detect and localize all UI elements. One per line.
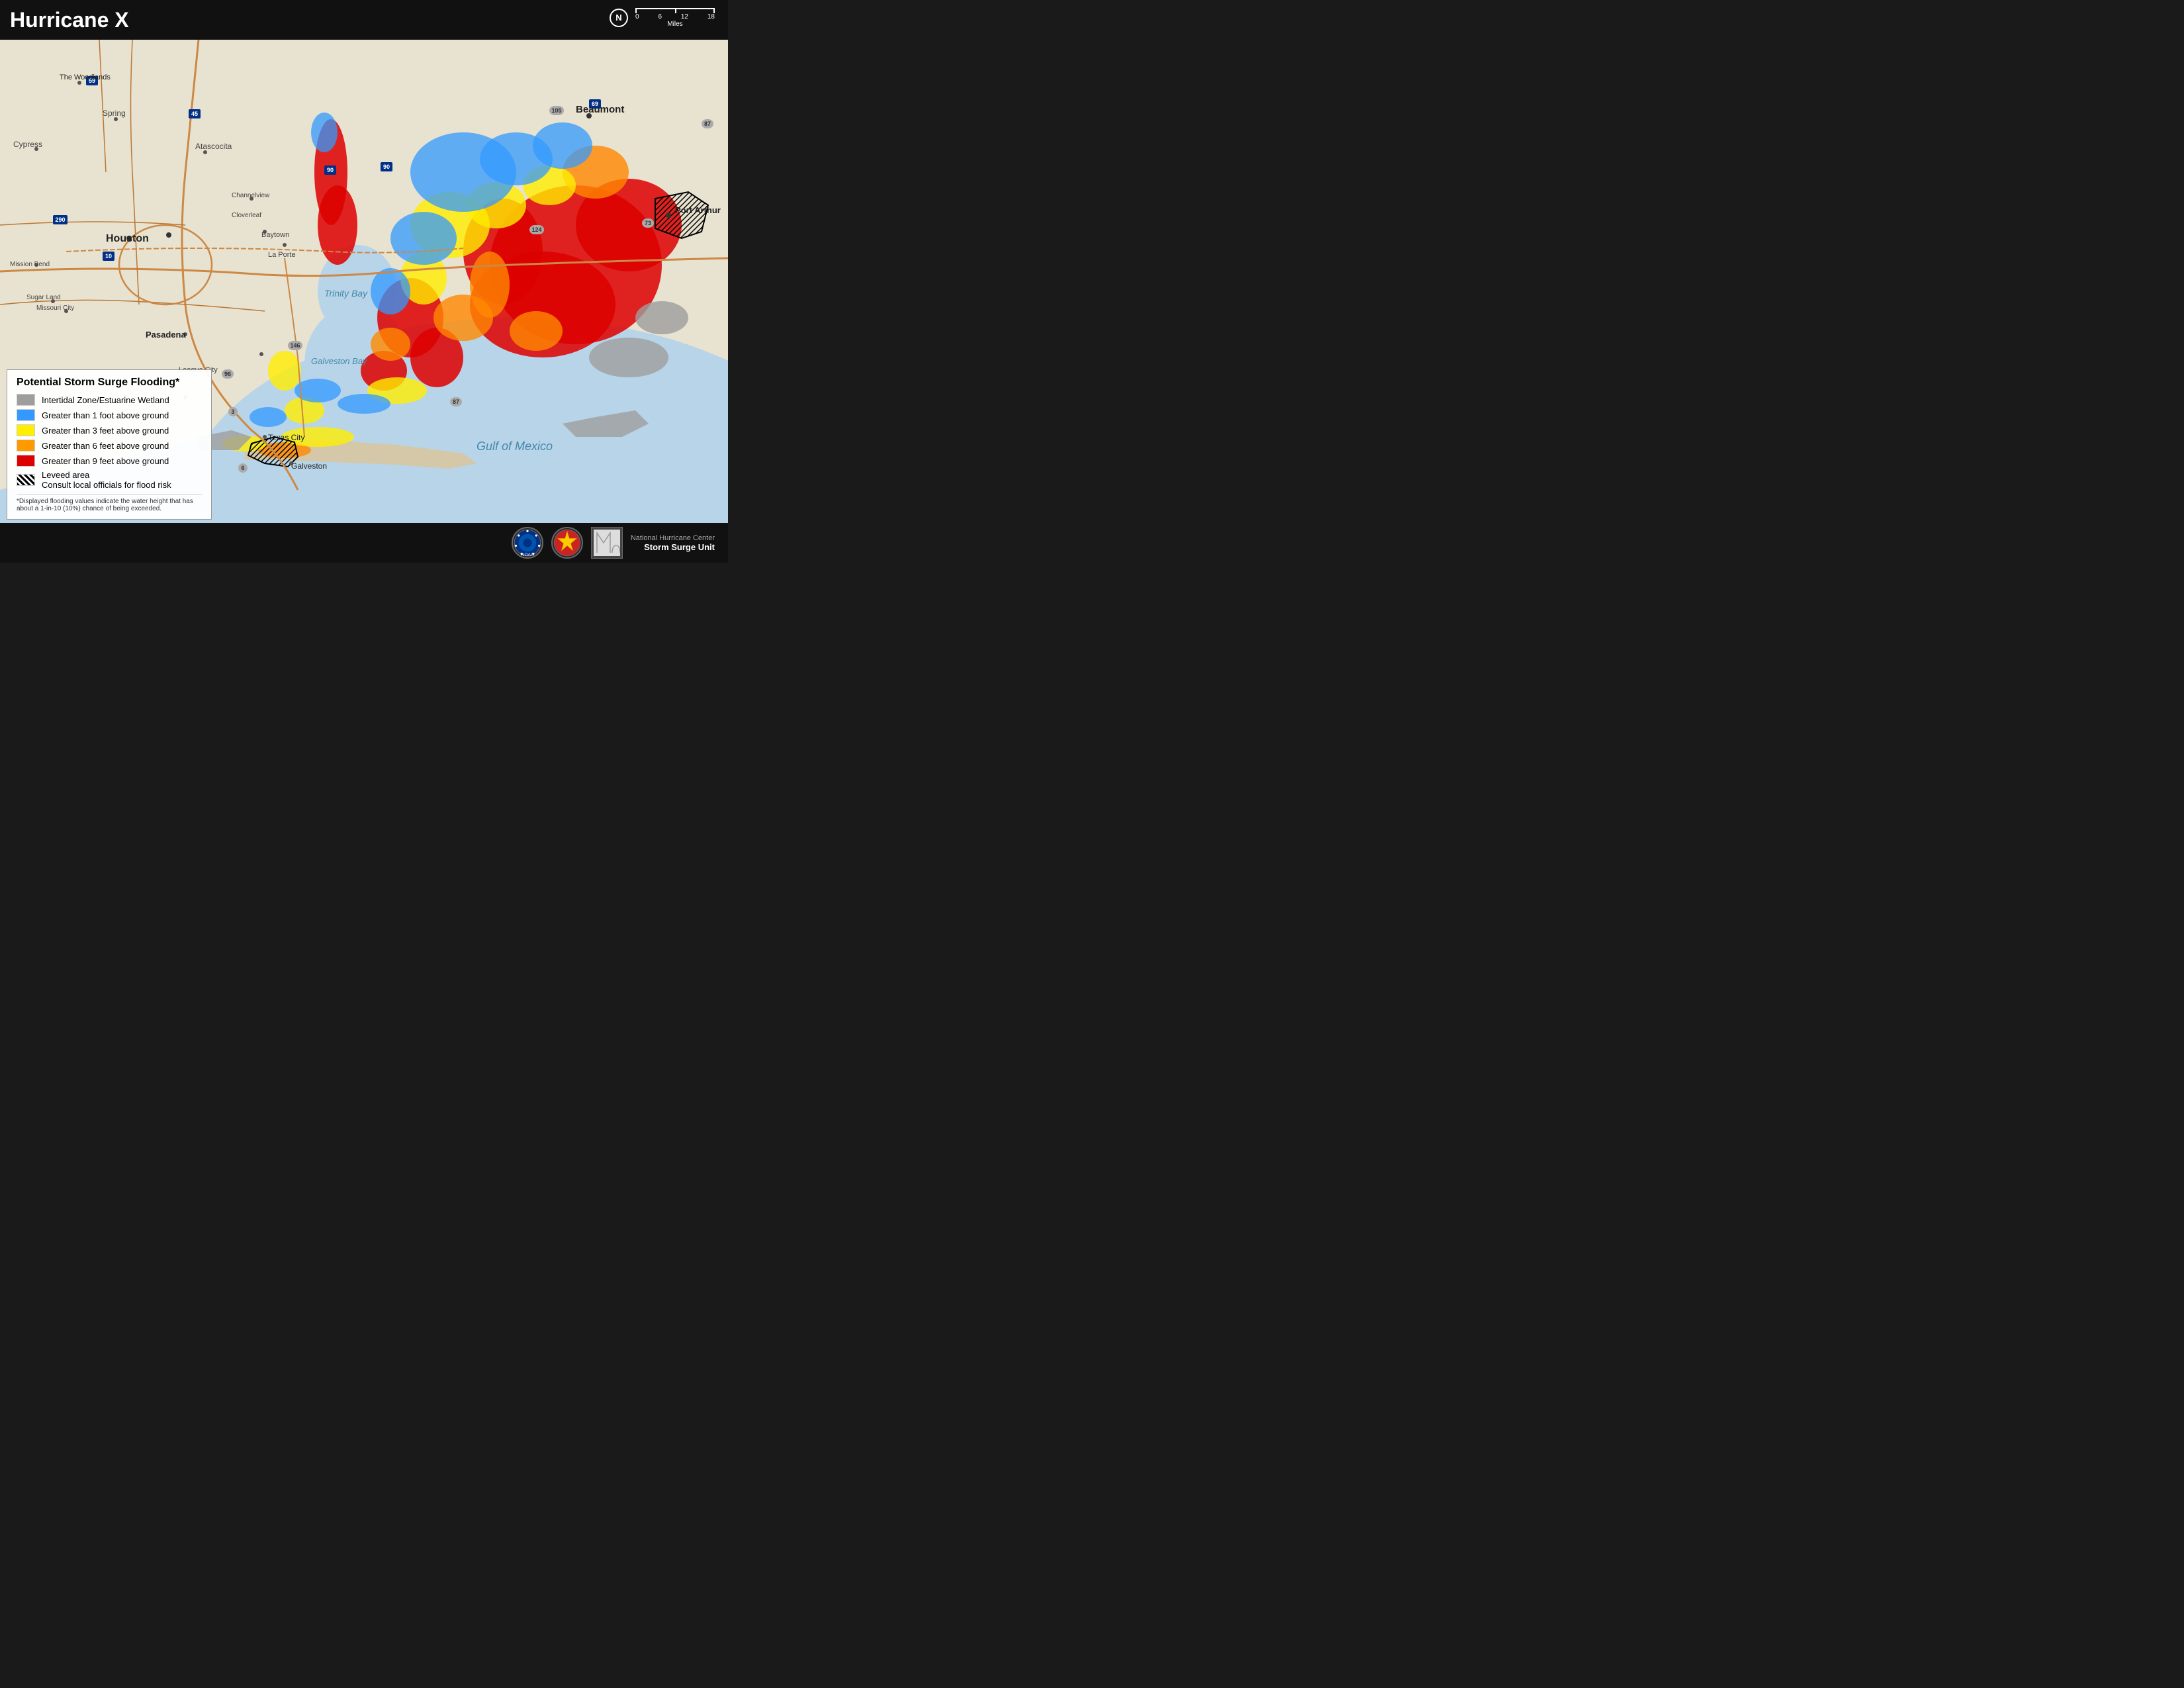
legend-label-orange: Greater than 6 feet above ground: [42, 441, 169, 451]
legend-label-red: Greater than 9 feet above ground: [42, 456, 169, 466]
legend-label-blue: Greater than 1 foot above ground: [42, 410, 169, 420]
svg-text:10: 10: [105, 253, 112, 259]
svg-text:90: 90: [383, 164, 390, 170]
legend-swatch-yellow: [17, 424, 35, 436]
scale-unit: Miles: [635, 21, 715, 28]
svg-text:3: 3: [231, 408, 234, 415]
legend-item-red: Greater than 9 feet above ground: [17, 455, 202, 467]
footer-logos: NOAA: [512, 527, 715, 559]
scale-bar: N 0 6 12 18 Miles: [610, 8, 715, 28]
svg-text:Atascocita: Atascocita: [195, 142, 232, 151]
footer-org-name: National Hurricane Center: [631, 534, 715, 542]
svg-text:90: 90: [327, 167, 334, 173]
svg-text:Trinity Bay: Trinity Bay: [324, 288, 368, 299]
svg-text:96: 96: [224, 371, 231, 377]
svg-text:Missouri City: Missouri City: [36, 305, 74, 312]
svg-text:Channelview: Channelview: [232, 192, 270, 199]
svg-text:Galveston: Galveston: [291, 461, 327, 471]
svg-text:6: 6: [241, 465, 244, 471]
legend-label-yellow: Greater than 3 feet above ground: [42, 426, 169, 436]
svg-text:Gulf of Mexico: Gulf of Mexico: [477, 440, 553, 453]
svg-text:290: 290: [55, 216, 65, 223]
legend-title: Potential Storm Surge Flooding*: [17, 377, 202, 389]
svg-text:146: 146: [290, 342, 300, 349]
svg-text:87: 87: [704, 120, 711, 127]
compass-icon: N: [610, 9, 628, 27]
noaa-logo: NOAA: [512, 527, 543, 559]
nws-logo: [551, 527, 583, 559]
svg-text:105: 105: [551, 107, 561, 114]
nhc-logo: [591, 527, 623, 559]
svg-text:87: 87: [453, 399, 459, 405]
legend-label-levee: Leveed areaConsult local officials for f…: [42, 470, 171, 490]
svg-text:Cloverleaf: Cloverleaf: [232, 212, 261, 219]
legend-item-orange: Greater than 6 feet above ground: [17, 440, 202, 451]
legend-item-levee: Leveed areaConsult local officials for f…: [17, 470, 202, 490]
svg-text:73: 73: [645, 220, 651, 226]
svg-text:Beaumont: Beaumont: [576, 104, 624, 115]
svg-text:Houston: Houston: [106, 233, 149, 244]
legend-item-yellow: Greater than 3 feet above ground: [17, 424, 202, 436]
legend-swatch-blue: [17, 409, 35, 421]
legend-item-blue: Greater than 1 foot above ground: [17, 409, 202, 421]
svg-text:Mission Bend: Mission Bend: [10, 261, 50, 268]
legend-swatch-red: [17, 455, 35, 467]
legend: Potential Storm Surge Flooding* Intertid…: [7, 369, 212, 520]
svg-text:Baytown: Baytown: [261, 231, 289, 239]
legend-footnote: *Displayed flooding values indicate the …: [17, 494, 202, 512]
legend-swatch-orange: [17, 440, 35, 451]
legend-item-gray: Intertidal Zone/Estuarine Wetland: [17, 394, 202, 406]
svg-text:Pasadena: Pasadena: [146, 330, 186, 340]
svg-text:45: 45: [191, 111, 198, 117]
footer-org-text: National Hurricane Center Storm Surge Un…: [631, 534, 715, 552]
footer: NOAA: [0, 523, 728, 563]
svg-text:NOAA: NOAA: [521, 553, 533, 557]
legend-swatch-levee: [17, 474, 35, 486]
svg-text:Cypress: Cypress: [13, 140, 42, 149]
legend-swatch-gray: [17, 394, 35, 406]
scale-ruler: 0 6 12 18 Miles: [635, 8, 715, 28]
svg-text:124: 124: [531, 226, 541, 233]
svg-text:Port Arthur: Port Arthur: [675, 205, 721, 215]
svg-text:Galveston Bay: Galveston Bay: [311, 356, 368, 366]
page-title: Hurricane X: [10, 8, 129, 32]
svg-text:The Woodlands: The Woodlands: [60, 73, 111, 81]
legend-label-gray: Intertidal Zone/Estuarine Wetland: [42, 395, 169, 405]
svg-text:Sugar Land: Sugar Land: [26, 294, 61, 301]
svg-text:Texas City: Texas City: [268, 433, 304, 442]
svg-text:Spring: Spring: [103, 109, 126, 118]
svg-text:La Porte: La Porte: [268, 251, 296, 259]
